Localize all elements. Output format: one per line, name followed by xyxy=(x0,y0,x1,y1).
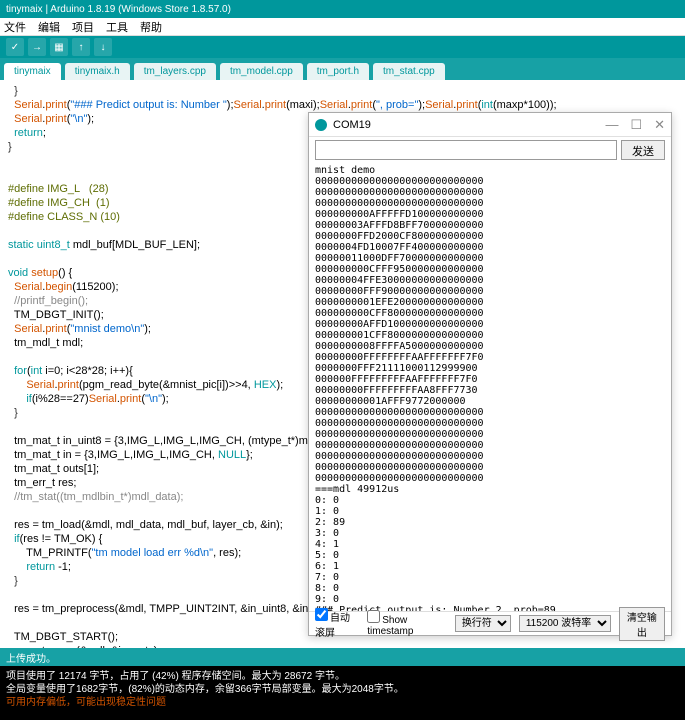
console-line: 项目使用了 12174 字节，占用了 (42%) 程序存储空间。最大为 2867… xyxy=(6,670,679,683)
verify-button[interactable]: ✓ xyxy=(6,38,24,56)
line-ending-select[interactable]: 换行符 xyxy=(455,615,511,632)
serial-title: COM19 xyxy=(333,119,371,131)
clear-output-button[interactable]: 清空输出 xyxy=(619,607,665,641)
status-bar: 上传成功。 xyxy=(0,648,685,666)
tab-tinymaix[interactable]: tinymaix xyxy=(4,63,61,80)
tab-tinymaix-h[interactable]: tinymaix.h xyxy=(65,63,130,80)
serial-send-row: 发送 xyxy=(309,137,671,163)
minimize-icon[interactable]: — xyxy=(605,117,618,133)
close-icon[interactable]: ✕ xyxy=(654,117,665,133)
serial-input[interactable] xyxy=(315,140,617,160)
build-console: 项目使用了 12174 字节，占用了 (42%) 程序存储空间。最大为 2867… xyxy=(0,666,685,720)
tab-tm_layers-cpp[interactable]: tm_layers.cpp xyxy=(134,63,216,80)
serial-output[interactable]: mnist demo 0000000000000000000000000000 … xyxy=(309,163,671,611)
window-title-bar: tinymaix | Arduino 1.8.19 (Windows Store… xyxy=(0,0,685,18)
tab-tm_port-h[interactable]: tm_port.h xyxy=(307,63,369,80)
serial-send-button[interactable]: 发送 xyxy=(621,140,665,160)
menu-edit[interactable]: 编辑 xyxy=(38,19,60,35)
baud-rate-select[interactable]: 115200 波特率 xyxy=(519,615,611,632)
console-warning: 可用内存偏低，可能出现稳定性问题 xyxy=(6,696,679,709)
tabs-bar: tinymaixtinymaix.htm_layers.cpptm_model.… xyxy=(0,58,685,80)
tool-bar: ✓ → ▦ ↑ ↓ xyxy=(0,36,685,58)
tab-tm_model-cpp[interactable]: tm_model.cpp xyxy=(220,63,303,80)
new-button[interactable]: ▦ xyxy=(50,38,68,56)
serial-monitor-window[interactable]: COM19 — ☐ ✕ 发送 mnist demo 00000000000000… xyxy=(308,112,672,636)
tab-tm_stat-cpp[interactable]: tm_stat.cpp xyxy=(373,63,445,80)
autoscroll-checkbox[interactable]: 自动滚屏 xyxy=(315,608,359,639)
serial-title-bar[interactable]: COM19 — ☐ ✕ xyxy=(309,113,671,137)
menu-bar: 文件 编辑 项目 工具 帮助 xyxy=(0,18,685,36)
menu-file[interactable]: 文件 xyxy=(4,19,26,35)
maximize-icon[interactable]: ☐ xyxy=(630,117,642,133)
save-button[interactable]: ↓ xyxy=(94,38,112,56)
show-timestamp-checkbox[interactable]: Show timestamp xyxy=(367,610,439,637)
open-button[interactable]: ↑ xyxy=(72,38,90,56)
serial-footer: 自动滚屏 Show timestamp 换行符 115200 波特率 清空输出 xyxy=(309,611,671,635)
menu-sketch[interactable]: 项目 xyxy=(72,19,94,35)
upload-button[interactable]: → xyxy=(28,38,46,56)
window-title: tinymaix | Arduino 1.8.19 (Windows Store… xyxy=(6,4,231,15)
menu-tools[interactable]: 工具 xyxy=(106,19,128,35)
console-line: 全局变量使用了1682字节，(82%)的动态内存，余留366字节局部变量。最大为… xyxy=(6,683,679,696)
serial-icon xyxy=(315,119,327,131)
menu-help[interactable]: 帮助 xyxy=(140,19,162,35)
